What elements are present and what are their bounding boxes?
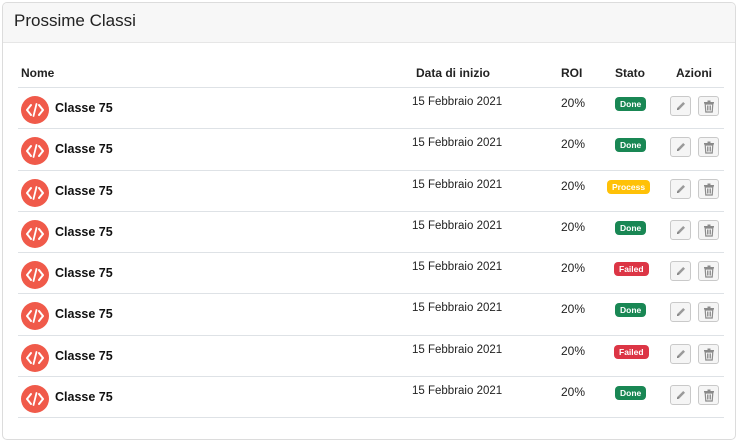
delete-button[interactable] (698, 178, 719, 199)
edit-button[interactable] (670, 261, 691, 282)
class-name: Classe 75 (55, 348, 113, 363)
edit-button[interactable] (670, 219, 691, 240)
class-name: Classe 75 (55, 183, 113, 198)
class-name: Classe 75 (55, 266, 113, 281)
table-row: Classe 75 15 Febbraio 2021 20% Done (18, 294, 724, 336)
edit-button[interactable] (670, 96, 691, 116)
table-row: Classe 75 15 Febbraio 2021 20% Done (18, 377, 724, 419)
table-row: Classe 75 15 Febbraio 2021 20% Done (18, 129, 724, 171)
edit-button[interactable] (670, 343, 691, 364)
status-badge: Failed (614, 262, 649, 277)
code-icon (21, 343, 49, 372)
card-title: Prossime Classi (3, 3, 735, 43)
delete-button[interactable] (698, 302, 719, 323)
roi-value: 20% (561, 261, 586, 276)
column-header-roi: ROI (561, 66, 583, 80)
roi-value: 20% (561, 137, 586, 152)
roi-value: 20% (561, 343, 586, 358)
status-badge: Done (615, 220, 647, 235)
table-header: Nome Data di inizio ROI Stato Azioni (18, 61, 724, 88)
delete-button[interactable] (698, 137, 719, 158)
status-badge: Done (615, 386, 647, 401)
status-badge: Process (607, 179, 651, 194)
column-header-name: Nome (21, 66, 55, 80)
start-date: 15 Febbraio 2021 (412, 178, 503, 191)
status-badge: Failed (614, 344, 649, 359)
status-badge: Done (615, 97, 647, 111)
code-icon (21, 302, 49, 331)
table-row: Classe 75 15 Febbraio 2021 20% Failed (18, 253, 724, 295)
column-header-status: Stato (615, 66, 645, 80)
delete-button[interactable] (698, 343, 719, 364)
edit-button[interactable] (670, 385, 691, 406)
start-date: 15 Febbraio 2021 (412, 385, 503, 398)
upcoming-classes-card: Prossime Classi Nome Data di inizio ROI … (2, 2, 736, 440)
classes-table: Nome Data di inizio ROI Stato Azioni Cla… (18, 61, 724, 419)
code-icon (21, 178, 49, 207)
code-icon (21, 261, 49, 290)
delete-button[interactable] (698, 261, 719, 282)
roi-value: 20% (561, 219, 586, 234)
class-name: Classe 75 (55, 224, 113, 239)
code-icon (21, 137, 49, 166)
table-body: Classe 75 15 Febbraio 2021 20% Done Classe 7… (18, 88, 724, 419)
column-header-date: Data di inizio (416, 66, 491, 80)
code-icon (21, 219, 49, 248)
class-name: Classe 75 (55, 307, 113, 322)
edit-button[interactable] (670, 302, 691, 323)
table-row: Classe 75 15 Febbraio 2021 20% Failed (18, 336, 724, 378)
edit-button[interactable] (670, 137, 691, 158)
start-date: 15 Febbraio 2021 (412, 261, 503, 274)
roi-value: 20% (561, 96, 586, 110)
code-icon (21, 385, 49, 414)
edit-button[interactable] (670, 178, 691, 199)
class-name: Classe 75 (55, 390, 113, 405)
start-date: 15 Febbraio 2021 (412, 343, 503, 356)
start-date: 15 Febbraio 2021 (412, 219, 503, 232)
roi-value: 20% (561, 178, 586, 193)
roi-value: 20% (561, 302, 586, 317)
table-row: Classe 75 15 Febbraio 2021 20% Done (18, 88, 724, 130)
delete-button[interactable] (698, 385, 719, 406)
class-name: Classe 75 (55, 101, 113, 115)
column-header-actions: Azioni (676, 66, 712, 80)
status-badge: Done (615, 138, 647, 153)
start-date: 15 Febbraio 2021 (412, 137, 503, 150)
start-date: 15 Febbraio 2021 (412, 302, 503, 315)
class-name: Classe 75 (55, 142, 113, 157)
table-row: Classe 75 15 Febbraio 2021 20% Process (18, 171, 724, 212)
delete-button[interactable] (698, 219, 719, 240)
delete-button[interactable] (698, 96, 719, 116)
roi-value: 20% (561, 385, 586, 400)
status-badge: Done (615, 303, 647, 318)
table-row: Classe 75 15 Febbraio 2021 20% Done (18, 212, 724, 254)
start-date: 15 Febbraio 2021 (412, 96, 503, 108)
code-icon (21, 96, 49, 124)
